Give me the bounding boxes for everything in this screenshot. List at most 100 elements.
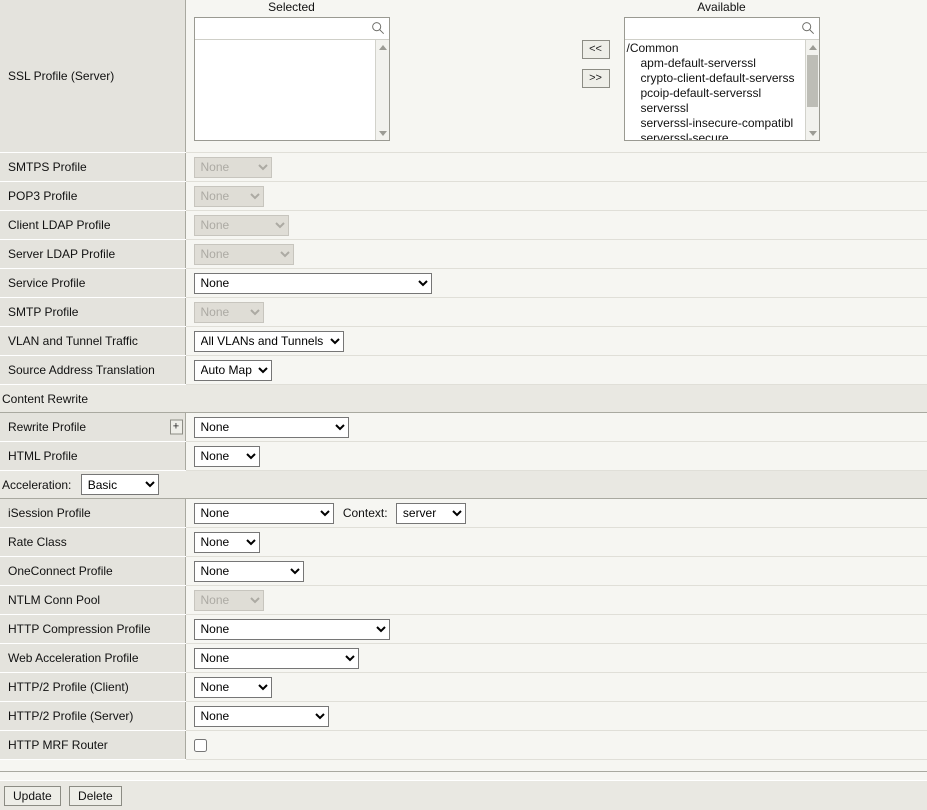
row-service-profile: Service Profile None (0, 269, 927, 298)
selected-column: Selected (194, 0, 390, 141)
scroll-up-icon[interactable] (806, 40, 819, 54)
scroll-down-icon[interactable] (806, 126, 819, 140)
value-http-compression-profile: None (185, 615, 927, 644)
label-text: NTLM Conn Pool (8, 593, 100, 607)
value-http-mrf-router (185, 731, 927, 760)
list-item[interactable]: /Common (625, 41, 805, 56)
add-rewrite-profile-button[interactable]: + (170, 420, 183, 435)
http2-profile-server-select[interactable]: None (194, 706, 329, 727)
isession-context-select[interactable]: server (396, 503, 466, 524)
ntlm-conn-pool-select[interactable]: None (194, 590, 264, 611)
delete-button[interactable]: Delete (69, 786, 122, 806)
value-source-address-translation: Auto Map (185, 356, 927, 385)
list-item[interactable]: serverssl-secure (625, 131, 805, 140)
label-text: Web Acceleration Profile (8, 651, 139, 665)
row-ssl-profile-server: SSL Profile (Server) Selected (0, 0, 927, 153)
http2-profile-client-select[interactable]: None (194, 677, 272, 698)
scroll-up-icon[interactable] (376, 40, 389, 54)
client-ldap-profile-select[interactable]: None (194, 215, 289, 236)
move-left-button[interactable]: << (582, 40, 610, 59)
acceleration-band: Acceleration: Basic (0, 471, 927, 499)
list-item[interactable]: serverssl (625, 101, 805, 116)
selected-items[interactable] (195, 40, 375, 140)
label-http2-profile-client: HTTP/2 Profile (Client) (0, 673, 185, 702)
rewrite-profile-select[interactable]: None (194, 417, 349, 438)
available-items[interactable]: /Commonapm-default-serversslcrypto-clien… (625, 40, 805, 140)
row-http2-profile-server: HTTP/2 Profile (Server) None (0, 702, 927, 731)
label-text: Client LDAP Profile (8, 218, 111, 232)
label-client-ldap-profile: Client LDAP Profile (0, 211, 185, 240)
update-button[interactable]: Update (4, 786, 61, 806)
oneconnect-profile-select[interactable]: None (194, 561, 304, 582)
label-rewrite-profile: Rewrite Profile + (0, 413, 185, 442)
pop3-profile-select[interactable]: None (194, 186, 264, 207)
http-compression-profile-select[interactable]: None (194, 619, 390, 640)
value-pop3-profile: None (185, 182, 927, 211)
row-smtp-profile: SMTP Profile None (0, 298, 927, 327)
row-http2-profile-client: HTTP/2 Profile (Client) None (0, 673, 927, 702)
section-content-rewrite: Content Rewrite (0, 385, 927, 413)
label-text: SMTP Profile (8, 305, 78, 319)
available-search-input[interactable] (625, 18, 819, 39)
value-smtp-profile: None (185, 298, 927, 327)
value-html-profile: None (185, 442, 927, 471)
row-ntlm-conn-pool: NTLM Conn Pool None (0, 586, 927, 615)
label-ntlm-conn-pool: NTLM Conn Pool (0, 586, 185, 615)
http-mrf-router-checkbox[interactable] (194, 739, 207, 752)
available-box: /Commonapm-default-serversslcrypto-clien… (624, 17, 820, 141)
content-rewrite-band: Content Rewrite (0, 385, 927, 413)
selected-search-input[interactable] (195, 18, 389, 39)
row-http-compression-profile: HTTP Compression Profile None (0, 615, 927, 644)
available-scrollbar[interactable] (805, 40, 819, 140)
smtp-profile-select[interactable]: None (194, 302, 264, 323)
source-address-translation-select[interactable]: Auto Map (194, 360, 272, 381)
selected-list[interactable] (195, 40, 389, 140)
value-ntlm-conn-pool: None (185, 586, 927, 615)
label-text: HTML Profile (8, 449, 78, 463)
selected-box (194, 17, 390, 141)
virtual-server-profiles-panel: SSL Profile (Server) Selected (0, 0, 927, 810)
label-rate-class: Rate Class (0, 528, 185, 557)
rate-class-select[interactable]: None (194, 532, 260, 553)
label-text: Rate Class (8, 535, 67, 549)
row-http-mrf-router: HTTP MRF Router (0, 731, 927, 760)
scrollbar-thumb[interactable] (807, 55, 818, 107)
vlan-tunnel-traffic-select[interactable]: All VLANs and Tunnels (194, 331, 344, 352)
move-right-button[interactable]: >> (582, 69, 610, 88)
label-web-acceleration-profile: Web Acceleration Profile (0, 644, 185, 673)
row-client-ldap-profile: Client LDAP Profile None (0, 211, 927, 240)
value-smtps-profile: None (185, 153, 927, 182)
row-rate-class: Rate Class None (0, 528, 927, 557)
list-item[interactable]: pcoip-default-serverssl (625, 86, 805, 101)
value-web-acceleration-profile: None (185, 644, 927, 673)
config-table: SSL Profile (Server) Selected (0, 0, 927, 772)
service-profile-select[interactable]: None (194, 273, 432, 294)
available-search[interactable] (625, 18, 819, 40)
scroll-down-icon[interactable] (376, 126, 389, 140)
html-profile-select[interactable]: None (194, 446, 260, 467)
label-http-compression-profile: HTTP Compression Profile (0, 615, 185, 644)
list-item[interactable]: serverssl-insecure-compatibl (625, 116, 805, 131)
selected-header: Selected (194, 0, 390, 17)
label-text: SSL Profile (Server) (8, 69, 114, 83)
row-isession-profile: iSession Profile None Context: server (0, 499, 927, 528)
smtps-profile-select[interactable]: None (194, 157, 272, 178)
selected-search[interactable] (195, 18, 389, 40)
web-acceleration-profile-select[interactable]: None (194, 648, 359, 669)
selected-scrollbar[interactable] (375, 40, 389, 140)
isession-profile-select[interactable]: None (194, 503, 334, 524)
acceleration-mode-select[interactable]: Basic (81, 474, 159, 495)
row-html-profile: HTML Profile None (0, 442, 927, 471)
list-item[interactable]: apm-default-serverssl (625, 56, 805, 71)
server-ldap-profile-select[interactable]: None (194, 244, 294, 265)
available-column: Available /Common (624, 0, 820, 141)
label-text: iSession Profile (8, 506, 91, 520)
available-list[interactable]: /Commonapm-default-serversslcrypto-clien… (625, 40, 819, 140)
label-http-mrf-router: HTTP MRF Router (0, 731, 185, 760)
list-item[interactable]: crypto-client-default-serverss (625, 71, 805, 86)
label-text: Service Profile (8, 276, 85, 290)
label-source-address-translation: Source Address Translation (0, 356, 185, 385)
label-text: HTTP MRF Router (8, 738, 108, 752)
label-pop3-profile: POP3 Profile (0, 182, 185, 211)
row-vlan-tunnel-traffic: VLAN and Tunnel Traffic All VLANs and Tu… (0, 327, 927, 356)
